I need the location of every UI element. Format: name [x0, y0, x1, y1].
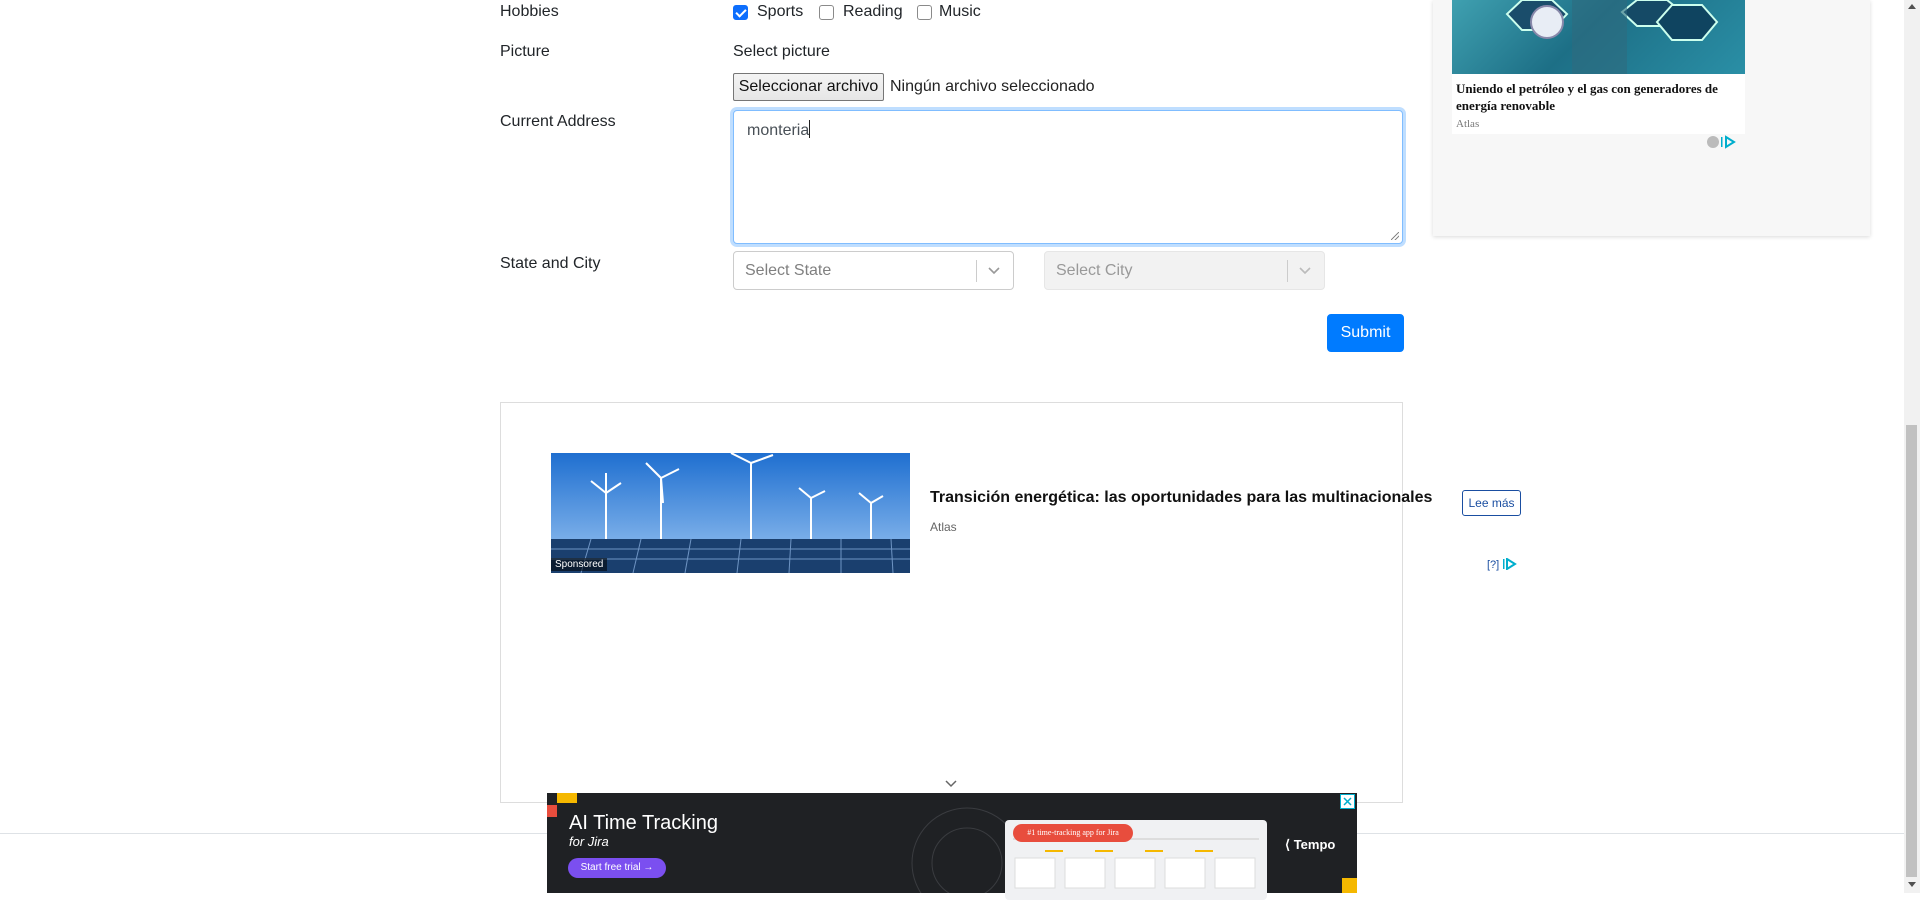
side-ad-image[interactable] [1452, 0, 1745, 74]
side-ad-title[interactable]: Uniendo el petróleo y el gas con generad… [1456, 80, 1741, 114]
city-select[interactable]: Select City [1044, 251, 1325, 290]
scrollbar-thumb[interactable] [1906, 425, 1917, 877]
chevron-down-icon [1299, 267, 1311, 275]
resize-grip-icon[interactable] [1391, 232, 1399, 240]
sports-label[interactable]: Sports [757, 3, 803, 21]
current-address-textarea[interactable]: monteria [733, 110, 1403, 244]
banner-title: AI Time Tracking [569, 812, 718, 834]
tempo-brand: Tempo [1293, 837, 1336, 852]
energy-hexagons-icon [1505, 0, 1719, 74]
arrow-right-icon: → [643, 862, 654, 873]
banner-subtitle: for Jira [569, 834, 609, 849]
select-separator [976, 260, 977, 282]
sponsored-badge: Sponsored [551, 558, 608, 571]
city-placeholder: Select City [1056, 262, 1133, 279]
text-caret [809, 120, 811, 138]
scroll-up-icon[interactable] [1908, 4, 1916, 9]
reading-label[interactable]: Reading [843, 3, 903, 21]
chevron-down-icon [988, 267, 1000, 275]
choose-file-button[interactable]: Seleccionar archivo [733, 73, 884, 101]
ad-info-marker[interactable]: [?] [1487, 557, 1518, 571]
current-address-value: monteria [747, 122, 810, 139]
music-label[interactable]: Music [939, 3, 981, 21]
reading-checkbox[interactable] [819, 5, 834, 20]
file-status-text: Ningún archivo seleccionado [890, 78, 1095, 95]
adchoices-icon [1503, 557, 1518, 571]
main-ad-title[interactable]: Transición energética: las oportunidades… [930, 489, 1432, 507]
submit-button[interactable]: Submit [1327, 314, 1404, 352]
scroll-down-icon[interactable] [1908, 882, 1916, 887]
start-trial-label: Start free trial [580, 862, 641, 873]
read-more-button[interactable]: Lee más [1462, 490, 1521, 516]
current-address-label: Current Address [500, 113, 616, 130]
wind-solar-image-icon [551, 453, 910, 573]
picture-label: Picture [500, 43, 550, 60]
state-city-label: State and City [500, 255, 601, 272]
side-ad-source: Atlas [1456, 118, 1480, 130]
sports-checkbox[interactable] [733, 5, 748, 20]
music-checkbox[interactable] [917, 5, 932, 20]
state-placeholder: Select State [745, 262, 832, 279]
hobbies-label: Hobbies [500, 3, 559, 20]
adchoices-icon[interactable] [1707, 135, 1743, 149]
select-separator [1287, 260, 1288, 282]
state-select[interactable]: Select State [733, 251, 1014, 290]
banner-tagline-pill: #1 time-tracking app for Jira [1013, 824, 1133, 842]
tempo-logo: ⟨ Tempo [1285, 837, 1335, 853]
ad-info-text: [?] [1487, 559, 1500, 571]
close-icon [1343, 797, 1352, 806]
select-picture-caption: Select picture [733, 43, 830, 60]
start-trial-button[interactable]: Start free trial → [568, 858, 666, 878]
main-ad-image[interactable] [551, 453, 910, 573]
chevron-down-icon[interactable] [944, 779, 958, 789]
tempo-mark-icon: ⟨ [1285, 837, 1291, 852]
banner-close-icon[interactable] [1340, 794, 1355, 809]
main-ad-source: Atlas [930, 520, 957, 534]
